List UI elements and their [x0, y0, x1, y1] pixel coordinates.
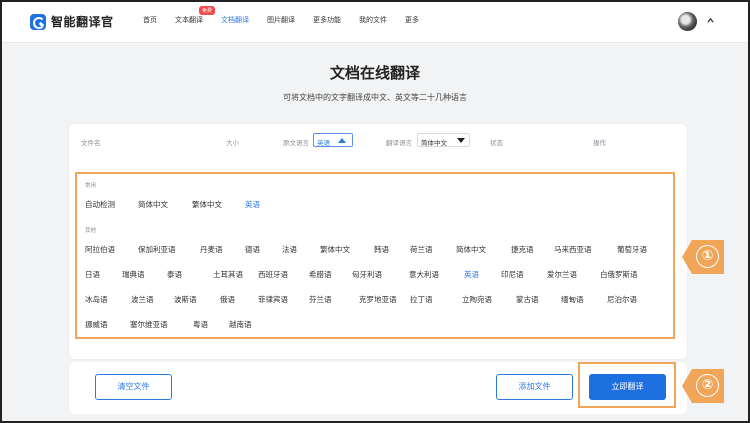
- common-section-label: 常用: [85, 183, 97, 189]
- language-option[interactable]: 繁体中文: [192, 199, 222, 210]
- free-badge: 免费: [199, 6, 216, 15]
- language-option[interactable]: 阿拉伯语: [85, 244, 115, 255]
- callout-2-number: ②: [696, 374, 719, 397]
- language-option[interactable]: 捷克语: [511, 244, 534, 255]
- language-option[interactable]: 匈牙利语: [352, 269, 382, 280]
- brand-name: 智能翻译官: [51, 15, 114, 29]
- nav-doc-translate[interactable]: 文档翻译: [221, 15, 249, 25]
- language-option[interactable]: 爱尔兰语: [547, 269, 577, 280]
- nav-image-translate[interactable]: 图片翻译: [267, 15, 295, 25]
- language-option[interactable]: 荷兰语: [410, 244, 433, 255]
- translate-highlight: [578, 362, 676, 408]
- language-option[interactable]: 瑞典语: [122, 269, 145, 280]
- avatar[interactable]: [678, 12, 697, 31]
- top-header: 智能翻译官 首页 文本翻译 免费 文档翻译 图片翻译 更多功能 我的文件 更多: [2, 2, 748, 43]
- language-option[interactable]: 意大利语: [409, 269, 439, 280]
- language-option[interactable]: 简体中文: [138, 199, 168, 210]
- language-option[interactable]: 泰语: [167, 269, 182, 280]
- add-file-button[interactable]: 添加文件: [496, 374, 573, 400]
- language-option[interactable]: 保加利亚语: [138, 244, 176, 255]
- language-option[interactable]: 繁体中文: [320, 244, 350, 255]
- language-option[interactable]: 塞尔维亚语: [130, 319, 168, 330]
- language-option[interactable]: 俄语: [220, 294, 235, 305]
- nav-home[interactable]: 首页: [143, 15, 157, 25]
- source-lang-label: 原文语言: [283, 139, 309, 147]
- caret-down-icon: [457, 138, 465, 143]
- language-option[interactable]: 葡萄牙语: [617, 244, 647, 255]
- language-option[interactable]: 挪威语: [85, 319, 108, 330]
- language-option[interactable]: 波斯语: [174, 294, 197, 305]
- source-lang-select[interactable]: 英语: [313, 133, 353, 147]
- nav-text-translate[interactable]: 文本翻译 免费: [175, 6, 216, 25]
- language-option[interactable]: 冰岛语: [85, 294, 108, 305]
- caret-up-icon: [338, 138, 346, 143]
- language-option[interactable]: 缅甸语: [561, 294, 584, 305]
- language-option[interactable]: 韩语: [374, 244, 389, 255]
- other-section-label: 其他: [85, 228, 97, 234]
- col-status: 状态: [490, 139, 503, 147]
- language-option[interactable]: 西班牙语: [258, 269, 288, 280]
- language-dropdown: 常用 其他 自动检测 简体中文 繁体中文 英语 阿拉伯语 保加利亚语 丹麦语 德语 法语 繁体中文…: [75, 172, 675, 339]
- language-option[interactable]: 英语: [464, 269, 479, 280]
- clear-files-button[interactable]: 清空文件: [95, 374, 172, 400]
- callout-1: ①: [682, 240, 724, 274]
- callout-1-number: ①: [696, 245, 719, 268]
- language-option[interactable]: 白俄罗斯语: [600, 269, 638, 280]
- language-option[interactable]: 英语: [245, 199, 260, 210]
- main-nav: 首页 文本翻译 免费 文档翻译 图片翻译 更多功能 我的文件 更多: [143, 6, 437, 25]
- target-lang-value: 简体中文: [421, 139, 447, 147]
- language-option[interactable]: 立陶宛语: [462, 294, 492, 305]
- nav-more[interactable]: 更多: [405, 15, 419, 25]
- language-option[interactable]: 粤语: [193, 319, 208, 330]
- language-option[interactable]: 印尼语: [501, 269, 524, 280]
- language-option[interactable]: 菲律宾语: [258, 294, 288, 305]
- language-option[interactable]: 丹麦语: [200, 244, 223, 255]
- language-option[interactable]: 土耳其语: [213, 269, 243, 280]
- language-option[interactable]: 自动检测: [85, 199, 115, 210]
- language-option[interactable]: 法语: [282, 244, 297, 255]
- nav-text-translate-label: 文本翻译: [175, 16, 203, 24]
- brand-logo[interactable]: 智能翻译官: [30, 13, 114, 30]
- target-lang-label: 翻译语言: [386, 139, 412, 147]
- col-filename: 文件名: [81, 139, 101, 147]
- language-option[interactable]: 蒙古语: [516, 294, 539, 305]
- language-option[interactable]: 芬兰语: [309, 294, 332, 305]
- language-option[interactable]: 日语: [85, 269, 100, 280]
- chevron-up-icon[interactable]: [707, 17, 714, 24]
- language-option[interactable]: 波兰语: [131, 294, 154, 305]
- col-size: 大小: [226, 139, 239, 147]
- source-lang-value: 英语: [317, 139, 330, 147]
- target-lang-select[interactable]: 简体中文: [417, 133, 470, 147]
- col-actions: 操作: [593, 139, 606, 147]
- language-option[interactable]: 希腊语: [309, 269, 332, 280]
- nav-my-files[interactable]: 我的文件: [359, 15, 387, 25]
- page-subtitle: 可将文档中的文字翻译成中文、英文等二十几种语言: [283, 93, 467, 102]
- logo-icon: [30, 13, 46, 30]
- callout-2: ②: [682, 369, 724, 403]
- language-option[interactable]: 拉丁语: [410, 294, 433, 305]
- language-option[interactable]: 马来西亚语: [554, 244, 592, 255]
- language-option[interactable]: 德语: [245, 244, 260, 255]
- page-title: 文档在线翻译: [329, 64, 420, 82]
- language-option[interactable]: 克罗地亚语: [359, 294, 397, 305]
- nav-more-features[interactable]: 更多功能: [313, 15, 341, 25]
- language-option[interactable]: 尼泊尔语: [607, 294, 637, 305]
- language-option[interactable]: 简体中文: [456, 244, 486, 255]
- language-option[interactable]: 越南语: [229, 319, 252, 330]
